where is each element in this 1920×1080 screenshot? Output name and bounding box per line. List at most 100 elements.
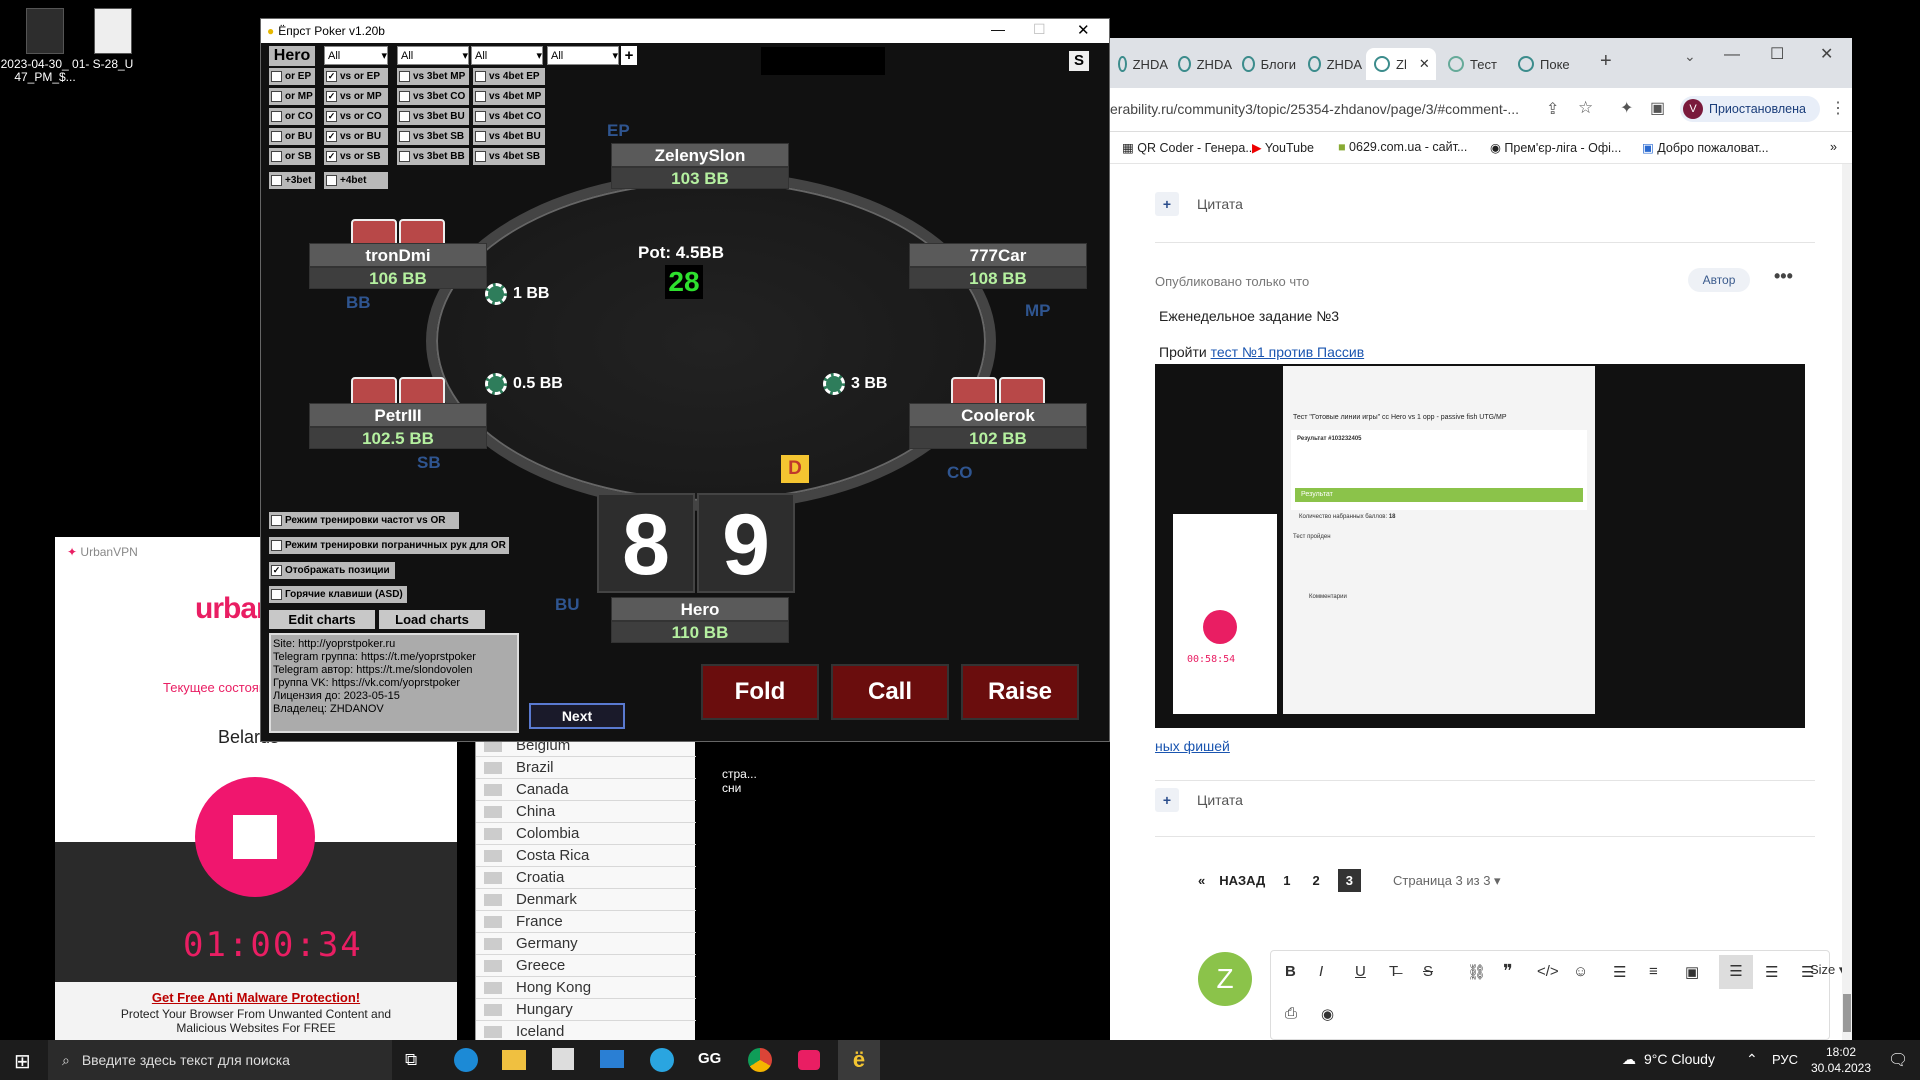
bold-icon[interactable]: B [1285, 963, 1296, 980]
list-item[interactable]: Colombia [476, 823, 696, 845]
page-info[interactable]: Страница 3 из 3 ▾ [1393, 873, 1501, 889]
language-indicator[interactable]: РУС [1772, 1052, 1798, 1067]
bookmark-0629[interactable]: ■ 0629.com.ua - сайт... [1338, 140, 1467, 154]
chevrons-left-icon[interactable]: « [1198, 873, 1205, 888]
bookmark-youtube[interactable]: ▶ YouTube [1252, 140, 1314, 155]
app-gg-icon[interactable]: GG [698, 1050, 721, 1067]
list-item[interactable]: Costa Rica [476, 845, 696, 867]
bookmark-qr[interactable]: ▦ QR Coder - Генера... [1122, 140, 1256, 155]
eye-icon[interactable]: ◉ [1321, 1005, 1334, 1023]
page-3[interactable]: 3 [1337, 869, 1361, 892]
checkbox-plus-4bet[interactable]: +4bet [324, 172, 388, 189]
stop-button[interactable] [195, 777, 315, 897]
scrollbar[interactable] [1842, 164, 1852, 1040]
page-2[interactable]: 2 [1309, 873, 1324, 888]
italic-icon[interactable]: I [1319, 963, 1323, 980]
checkbox-vs-3bet-bu[interactable]: vs 3bet BU [397, 108, 469, 125]
bookmarks-more-icon[interactable]: » [1830, 140, 1837, 154]
checkbox-vs-or-bu[interactable]: ✓ vs or BU [324, 128, 388, 145]
sidebar-icon[interactable]: ▣ [1650, 98, 1665, 118]
edit-charts-button[interactable]: Edit charts [269, 610, 375, 629]
clock[interactable]: 18:02 30.04.2023 [1808, 1044, 1874, 1076]
fold-button[interactable]: Fold [701, 664, 819, 720]
checkbox-or-co[interactable]: or CO [269, 108, 315, 125]
strike-icon[interactable]: S [1423, 963, 1433, 980]
load-charts-button[interactable]: Load charts [379, 610, 485, 629]
extensions-icon[interactable]: ✦ [1620, 98, 1633, 118]
list-item[interactable]: Hungary [476, 999, 696, 1021]
checkbox-or-ep[interactable]: or EP [269, 68, 315, 85]
list-item[interactable]: Greece [476, 955, 696, 977]
text-style-icon[interactable]: ▣ [1685, 963, 1699, 981]
minimize-icon[interactable]: — [991, 21, 1005, 37]
emoji-icon[interactable]: ☺ [1573, 963, 1588, 980]
tab-3[interactable]: Блоги [1234, 48, 1296, 80]
list-item[interactable]: France [476, 911, 696, 933]
s-button[interactable]: S [1069, 51, 1089, 71]
underline-icon[interactable]: U [1355, 963, 1366, 980]
desktop-icon-spreadsheet[interactable]: S-28_U [68, 8, 158, 71]
checkbox-vs-3bet-co[interactable]: vs 3bet CO [397, 88, 469, 105]
checkbox-vs-or-mp[interactable]: ✓ vs or MP [324, 88, 388, 105]
filter-select-2[interactable]: All ▾ [397, 46, 469, 65]
taskbar-search[interactable]: ⌕ Введите здесь текст для поиска [48, 1040, 392, 1080]
close-icon[interactable]: ✕ [1419, 56, 1430, 72]
code-icon[interactable]: </> [1537, 963, 1559, 980]
filter-select-4[interactable]: All ▾ [547, 46, 619, 65]
test-link-tail[interactable]: ных фишей [1155, 738, 1230, 754]
bullet-list-icon[interactable]: ☰ [1613, 963, 1626, 981]
telegram-icon[interactable] [650, 1048, 674, 1072]
close-icon[interactable]: ✕ [1077, 21, 1090, 39]
vpn-robot-icon[interactable] [798, 1050, 820, 1070]
list-item[interactable]: Croatia [476, 867, 696, 889]
quote-icon[interactable]: ❞ [1503, 961, 1513, 982]
post-options-icon[interactable]: ••• [1774, 266, 1793, 287]
menu-icon[interactable]: ⋮ [1830, 98, 1846, 118]
preview-icon[interactable]: ⎙ [1285, 1005, 1297, 1022]
list-item[interactable]: Canada [476, 779, 696, 801]
explorer-icon[interactable] [502, 1050, 526, 1070]
edge-icon[interactable] [454, 1048, 478, 1072]
raise-button[interactable]: Raise [961, 664, 1079, 720]
align-left-icon[interactable]: ☰ [1719, 955, 1753, 989]
list-item[interactable]: Germany [476, 933, 696, 955]
chevron-down-icon[interactable]: ⌄ [1684, 48, 1696, 65]
checkbox-or-sb[interactable]: or SB [269, 148, 315, 165]
share-icon[interactable]: ⇪ [1546, 99, 1559, 119]
page-back[interactable]: НАЗАД [1219, 873, 1265, 888]
checkbox-vs-3bet-sb[interactable]: vs 3bet SB [397, 128, 469, 145]
bookmark-pl[interactable]: ◉ Прем'єр-ліга - Офі... [1490, 140, 1621, 155]
checkbox-vs-or-sb[interactable]: ✓ vs or SB [324, 148, 388, 165]
bookmark-vk[interactable]: ▣ Добро пожаловат... [1642, 140, 1769, 155]
checkbox-vs-4bet-co[interactable]: vs 4bet CO [473, 108, 545, 125]
quote-button-2[interactable]: + Цитата [1155, 788, 1243, 812]
option-hotkeys[interactable]: Горячие клавиши (ASD) [269, 586, 407, 603]
chrome-icon[interactable] [748, 1048, 772, 1072]
list-item[interactable]: Brazil [476, 757, 696, 779]
task-view-icon[interactable]: ⧉ [405, 1050, 417, 1070]
tab-7[interactable]: Поке [1510, 48, 1576, 80]
tab-active[interactable]: Zl ✕ [1366, 48, 1436, 80]
checkbox-vs-4bet-sb[interactable]: vs 4bet SB [473, 148, 545, 165]
filter-select-3[interactable]: All ▾ [471, 46, 543, 65]
align-center-icon[interactable]: ☰ [1765, 963, 1778, 981]
test-link[interactable]: тест №1 против Пассив [1211, 344, 1365, 360]
page-1[interactable]: 1 [1279, 873, 1294, 888]
numbered-list-icon[interactable]: ≡ [1649, 963, 1658, 980]
checkbox-vs-4bet-ep[interactable]: vs 4bet EP [473, 68, 545, 85]
link-icon[interactable]: ⛓ [1467, 963, 1486, 981]
maximize-icon[interactable]: ☐ [1770, 44, 1784, 64]
checkbox-vs-3bet-mp[interactable]: vs 3bet MP [397, 68, 469, 85]
list-item[interactable]: China [476, 801, 696, 823]
checkbox-or-bu[interactable]: or BU [269, 128, 315, 145]
ad-banner[interactable]: Get Free Anti Malware Protection! Protec… [55, 982, 457, 1042]
poker-app-icon[interactable]: ё [838, 1040, 880, 1080]
tab-4[interactable]: ZHDA [1300, 48, 1362, 80]
store-icon[interactable] [552, 1048, 574, 1070]
list-item[interactable]: Hong Kong [476, 977, 696, 999]
tab-2[interactable]: ZHDA [1170, 48, 1232, 80]
star-icon[interactable]: ☆ [1578, 98, 1593, 118]
tab-6[interactable]: Тест [1440, 48, 1506, 80]
checkbox-plus-3bet[interactable]: +3bet [269, 172, 315, 189]
new-tab-icon[interactable]: + [1600, 50, 1612, 73]
